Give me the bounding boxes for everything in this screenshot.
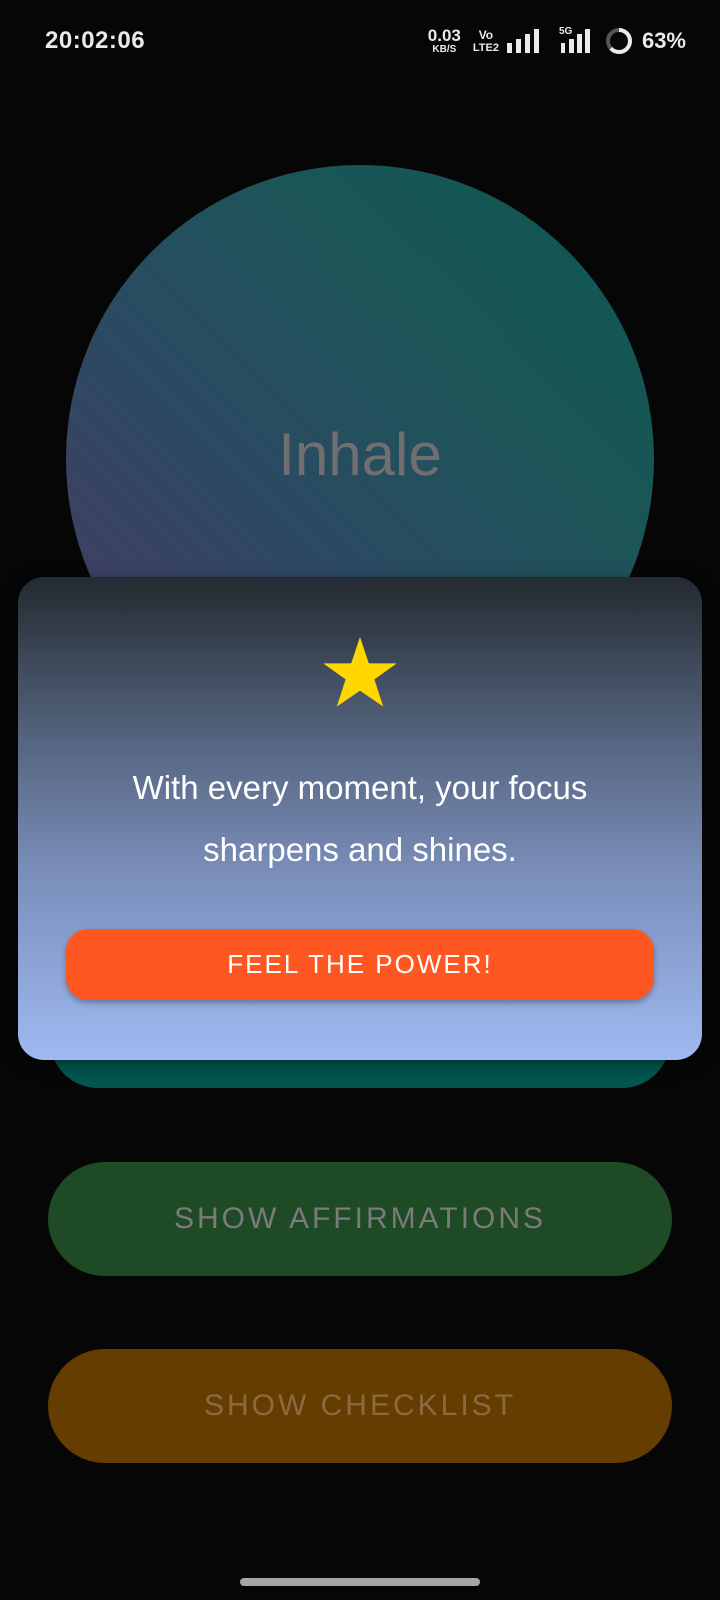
show-affirmations-button[interactable]: SHOW AFFIRMATIONS (48, 1162, 672, 1276)
dialog-message: With every moment, your focus sharpens a… (78, 757, 642, 881)
lte-label: LTE2 (472, 41, 499, 54)
motivation-dialog: With every moment, your focus sharpens a… (18, 577, 702, 1060)
signal-strength-icon (506, 29, 539, 53)
volte-label: Vo (478, 27, 494, 42)
status-bar: 20:02:06 0.03 KB/S Vo LTE2 5G 63% (0, 0, 720, 84)
battery-icon (605, 28, 632, 54)
breath-phase-label: Inhale (278, 421, 442, 488)
volte-indicator: Vo LTE2 (473, 29, 499, 54)
network-type-label: 5G (558, 26, 573, 37)
star-icon (323, 637, 397, 707)
status-icons: 0.03 KB/S Vo LTE2 5G 63% (428, 24, 686, 58)
network-speed-unit: KB/S (432, 44, 457, 55)
home-indicator[interactable] (240, 1578, 480, 1586)
dialog-message-line-1: With every moment, your focus (132, 769, 588, 806)
dialog-message-line-2: sharpens and shines. (203, 831, 517, 868)
network-speed-value: 0.03 (427, 26, 461, 45)
status-time: 20:02:06 (45, 27, 146, 54)
signal-5g-group: 5G (558, 26, 591, 53)
battery-percent: 63% (641, 28, 686, 53)
show-checklist-button[interactable]: SHOW CHECKLIST (48, 1349, 672, 1463)
network-speed: 0.03 KB/S (428, 27, 461, 55)
feel-the-power-button[interactable]: FEEL THE POWER! (66, 929, 654, 1000)
